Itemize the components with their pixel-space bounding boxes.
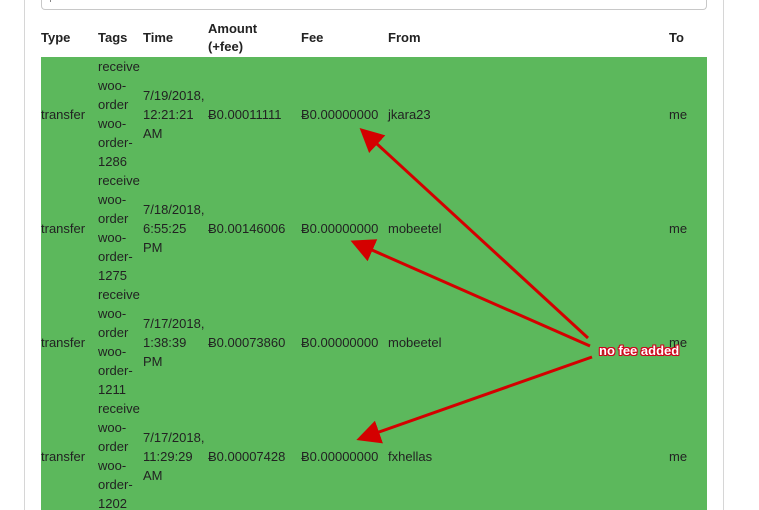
tag-line: 1202: [98, 496, 127, 510]
tag-line: order-: [98, 135, 133, 150]
tag-line: woo-: [98, 344, 127, 359]
tag-line: woo-: [98, 192, 127, 207]
tag-line: receive: [98, 287, 140, 302]
tag-line: order: [98, 211, 129, 226]
cell-to: me: [669, 285, 707, 399]
tag-line: order: [98, 325, 129, 340]
time-line: AM: [143, 467, 163, 483]
search-input[interactable]: [41, 0, 707, 10]
cell-amount: Ƀ0.00073860: [208, 285, 301, 399]
cell-from: mobeetel: [388, 171, 669, 285]
cell-to: me: [669, 171, 707, 285]
table-row[interactable]: transfer receive woo-order woo-order- 1202 7/…: [41, 399, 707, 510]
tag-line: receive: [98, 401, 140, 416]
tag-line: 1211: [98, 382, 126, 397]
time-line: 12:21:21: [143, 106, 194, 122]
cell-time: 7/17/2018, 1:38:39 PM: [143, 285, 208, 399]
cell-amount: Ƀ0.00011111: [208, 57, 301, 171]
column-header-time[interactable]: Time: [143, 18, 208, 57]
tag-line: 1275: [98, 268, 127, 283]
cell-from: jkara23: [388, 57, 669, 171]
table-header-row: Type Tags Time Amount (+fee) Fee From To: [41, 18, 707, 57]
tag-line: receive: [98, 173, 140, 188]
cell-amount: Ƀ0.00007428: [208, 399, 301, 510]
cell-tags: receive woo-order woo-order- 1275: [98, 171, 143, 285]
tag-line: order-: [98, 363, 133, 378]
cell-fee: Ƀ0.00000000: [301, 171, 388, 285]
tag-line: order: [98, 439, 129, 454]
tag-line: 1286: [98, 154, 127, 169]
time-line: 7/19/2018,: [143, 87, 205, 103]
column-header-to[interactable]: To: [669, 18, 707, 57]
tag-line: order: [98, 97, 129, 112]
cell-fee: Ƀ0.00000000: [301, 399, 388, 510]
table-row[interactable]: transfer receive woo-order woo-order- 1275 7/…: [41, 171, 707, 285]
cell-fee: Ƀ0.00000000: [301, 285, 388, 399]
cell-type: transfer: [41, 57, 98, 171]
column-header-type[interactable]: Type: [41, 18, 98, 57]
tag-line: order-: [98, 249, 133, 264]
time-line: 11:29:29: [143, 448, 193, 464]
tag-line: woo-: [98, 116, 127, 131]
time-line: PM: [143, 353, 163, 369]
cell-time: 7/19/2018, 12:21:21 AM: [143, 57, 208, 171]
time-line: 7/17/2018,: [143, 315, 205, 331]
time-line: 6:55:25: [143, 220, 187, 236]
time-line: AM: [143, 125, 163, 141]
column-header-amount-label: Amount: [208, 20, 258, 36]
table-row[interactable]: transfer receive woo-order woo-order- 1286 7/…: [41, 57, 707, 171]
cell-to: me: [669, 57, 707, 171]
cell-time: 7/17/2018, 11:29:29 AM: [143, 399, 208, 510]
table-row[interactable]: transfer receive woo-order woo-order- 1211 7/…: [41, 285, 707, 399]
time-line: PM: [143, 239, 163, 255]
tag-line: woo-: [98, 230, 127, 245]
tag-line: woo-: [98, 306, 127, 321]
no-fee-annotation: no fee added: [599, 343, 680, 358]
cell-time: 7/18/2018, 6:55:25 PM: [143, 171, 208, 285]
cell-tags: receive woo-order woo-order- 1286: [98, 57, 143, 171]
cell-type: transfer: [41, 171, 98, 285]
cell-type: transfer: [41, 285, 98, 399]
column-header-amount-fee-label: (+fee): [208, 38, 244, 54]
cell-tags: receive woo-order woo-order- 1211: [98, 285, 143, 399]
page: Type Tags Time Amount (+fee) Fee From To…: [0, 0, 759, 510]
cell-from: mobeetel: [388, 285, 669, 399]
time-line: 7/18/2018,: [143, 201, 205, 217]
tag-line: woo-: [98, 78, 127, 93]
column-header-fee[interactable]: Fee: [301, 18, 388, 57]
tag-line: woo-: [98, 458, 127, 473]
transactions-table: Type Tags Time Amount (+fee) Fee From To…: [41, 18, 707, 510]
time-line: 7/17/2018,: [143, 429, 205, 445]
time-line: 1:38:39: [143, 334, 187, 350]
text-caret: [50, 0, 51, 2]
tag-line: receive: [98, 59, 140, 74]
cell-type: transfer: [41, 399, 98, 510]
cell-amount: Ƀ0.00146006: [208, 171, 301, 285]
tag-line: order-: [98, 477, 133, 492]
cell-tags: receive woo-order woo-order- 1202: [98, 399, 143, 510]
cell-fee: Ƀ0.00000000: [301, 57, 388, 171]
column-header-tags[interactable]: Tags: [98, 18, 143, 57]
cell-from: fxhellas: [388, 399, 669, 510]
tag-line: woo-: [98, 420, 127, 435]
column-header-amount[interactable]: Amount (+fee): [208, 18, 301, 57]
column-header-from[interactable]: From: [388, 18, 669, 57]
cell-to: me: [669, 399, 707, 510]
